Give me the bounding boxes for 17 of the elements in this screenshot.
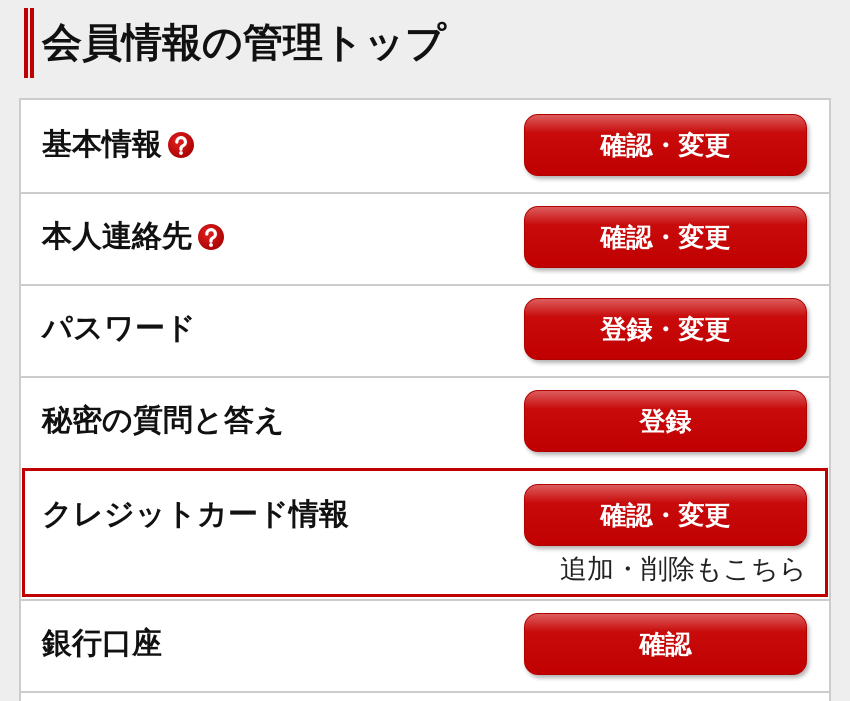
action-button[interactable]: 登録・変更 — [524, 298, 807, 360]
help-icon[interactable] — [198, 224, 224, 250]
action-button[interactable]: 確認・変更 — [524, 206, 807, 268]
row-label: クレジットカード情報 — [42, 496, 349, 534]
help-icon[interactable] — [168, 132, 194, 158]
row-label: 銀行口座 — [42, 625, 162, 663]
action-button[interactable]: 確認・変更 — [524, 114, 807, 176]
row-note: 追加・削除もこちら — [560, 553, 807, 587]
row-label: パスワード — [42, 310, 196, 348]
heading-accent-bar — [24, 8, 34, 78]
row-label: 本人連絡先 — [42, 218, 192, 256]
page-title: 会員情報の管理トップ — [42, 19, 446, 68]
action-button[interactable]: 確認・変更 — [524, 484, 807, 546]
row-label: 秘密の質問と答え — [42, 402, 285, 440]
action-button[interactable]: 確認 — [524, 613, 807, 675]
action-button[interactable]: 登録 — [524, 390, 807, 452]
row-label: 基本情報 — [42, 126, 162, 164]
